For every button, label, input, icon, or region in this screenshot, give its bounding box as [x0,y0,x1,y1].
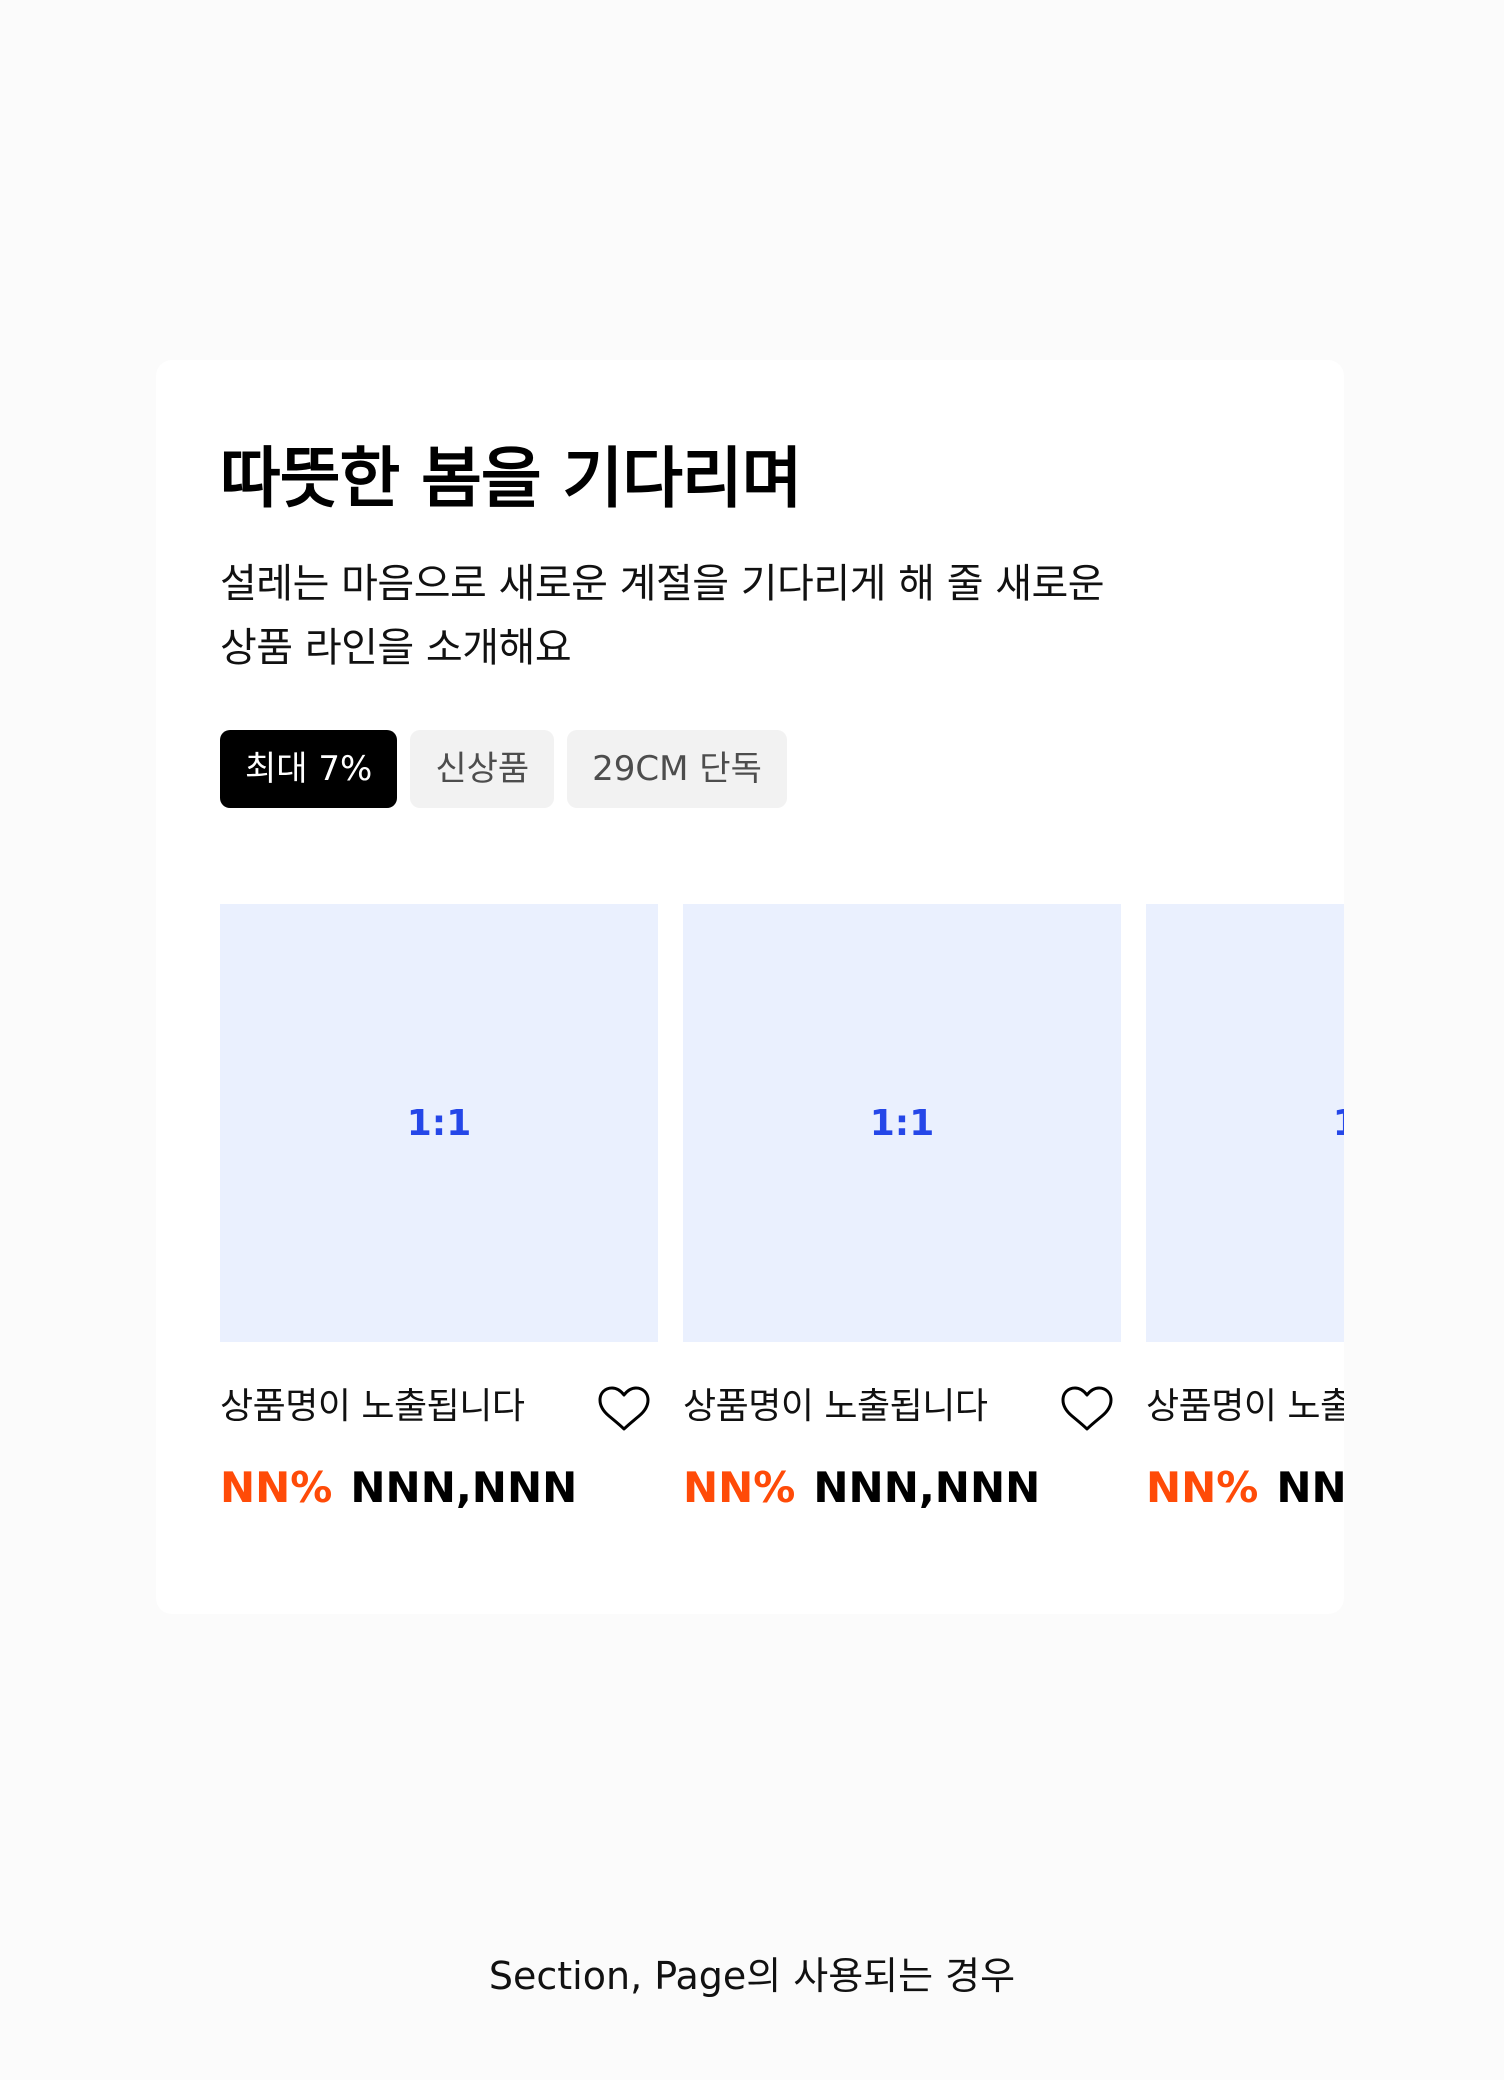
section-description-line: 상품 라인을 소개해요 [220,625,572,671]
wishlist-button[interactable] [597,1384,651,1434]
product-thumbnail[interactable]: 1:1 [1146,904,1344,1342]
thumbnail-ratio-label: 1:1 [869,1102,935,1144]
chip-29cm-exclusive[interactable]: 29CM 단독 [567,730,787,808]
filter-chip-group: 최대 7% 신상품 29CM 단독 [220,730,787,808]
product-card[interactable]: 1:1 상품명이 노출됩니다 NN% NNN,NNN [683,904,1121,1544]
product-name[interactable]: 상품명이 노출됩니다 [220,1382,525,1432]
usage-caption: Section, Page의 사용되는 경우 [488,1954,1016,1998]
thumbnail-ratio-label: 1:1 [1333,1103,1344,1144]
discount-rate: NN% [1146,1463,1259,1512]
product-price: NNN,NNN [350,1463,578,1512]
chip-max-discount[interactable]: 최대 7% [220,730,398,808]
price-row: NN% NNN,NNN [1146,1460,1344,1516]
product-section-card: 따뜻한 봄을 기다리며 설레는 마음으로 새로운 계절을 기다리게 해 줄 새로… [156,360,1344,1614]
discount-rate: NN% [683,1463,796,1512]
product-price: NNN,NNN [813,1463,1041,1512]
section-title: 따뜻한 봄을 기다리며 [220,440,802,517]
product-carousel[interactable]: 1:1 상품명이 노출됩니다 NN% NNN,NNN 1:1 상품명이 노출됩니… [220,904,1344,1544]
product-name[interactable]: 상품명이 노출됩니다 [683,1382,988,1432]
heart-icon [598,1386,650,1431]
section-description-line: 설레는 마음으로 새로운 계절을 기다리게 해 줄 새로운 [220,561,1105,607]
product-card[interactable]: 1:1 상품명이 노출됩니다 NN% NNN,NNN [220,904,658,1544]
product-thumbnail[interactable]: 1:1 [220,904,658,1342]
product-card[interactable]: 1:1 상품명이 노출됩니다 NN% NNN,NNN [1146,904,1344,1544]
product-price: NNN,NNN [1276,1463,1344,1512]
heart-icon [1061,1386,1113,1431]
wishlist-button[interactable] [1060,1384,1114,1434]
price-row: NN% NNN,NNN [683,1460,1040,1516]
product-thumbnail[interactable]: 1:1 [683,904,1121,1342]
price-row: NN% NNN,NNN [220,1460,577,1516]
discount-rate: NN% [220,1463,333,1512]
product-name[interactable]: 상품명이 노출됩니다 [1146,1382,1344,1432]
chip-new-products[interactable]: 신상품 [410,730,555,808]
section-description: 설레는 마음으로 새로운 계절을 기다리게 해 줄 새로운 상품 라인을 소개해… [220,552,1180,680]
thumbnail-ratio-label: 1:1 [406,1102,472,1144]
